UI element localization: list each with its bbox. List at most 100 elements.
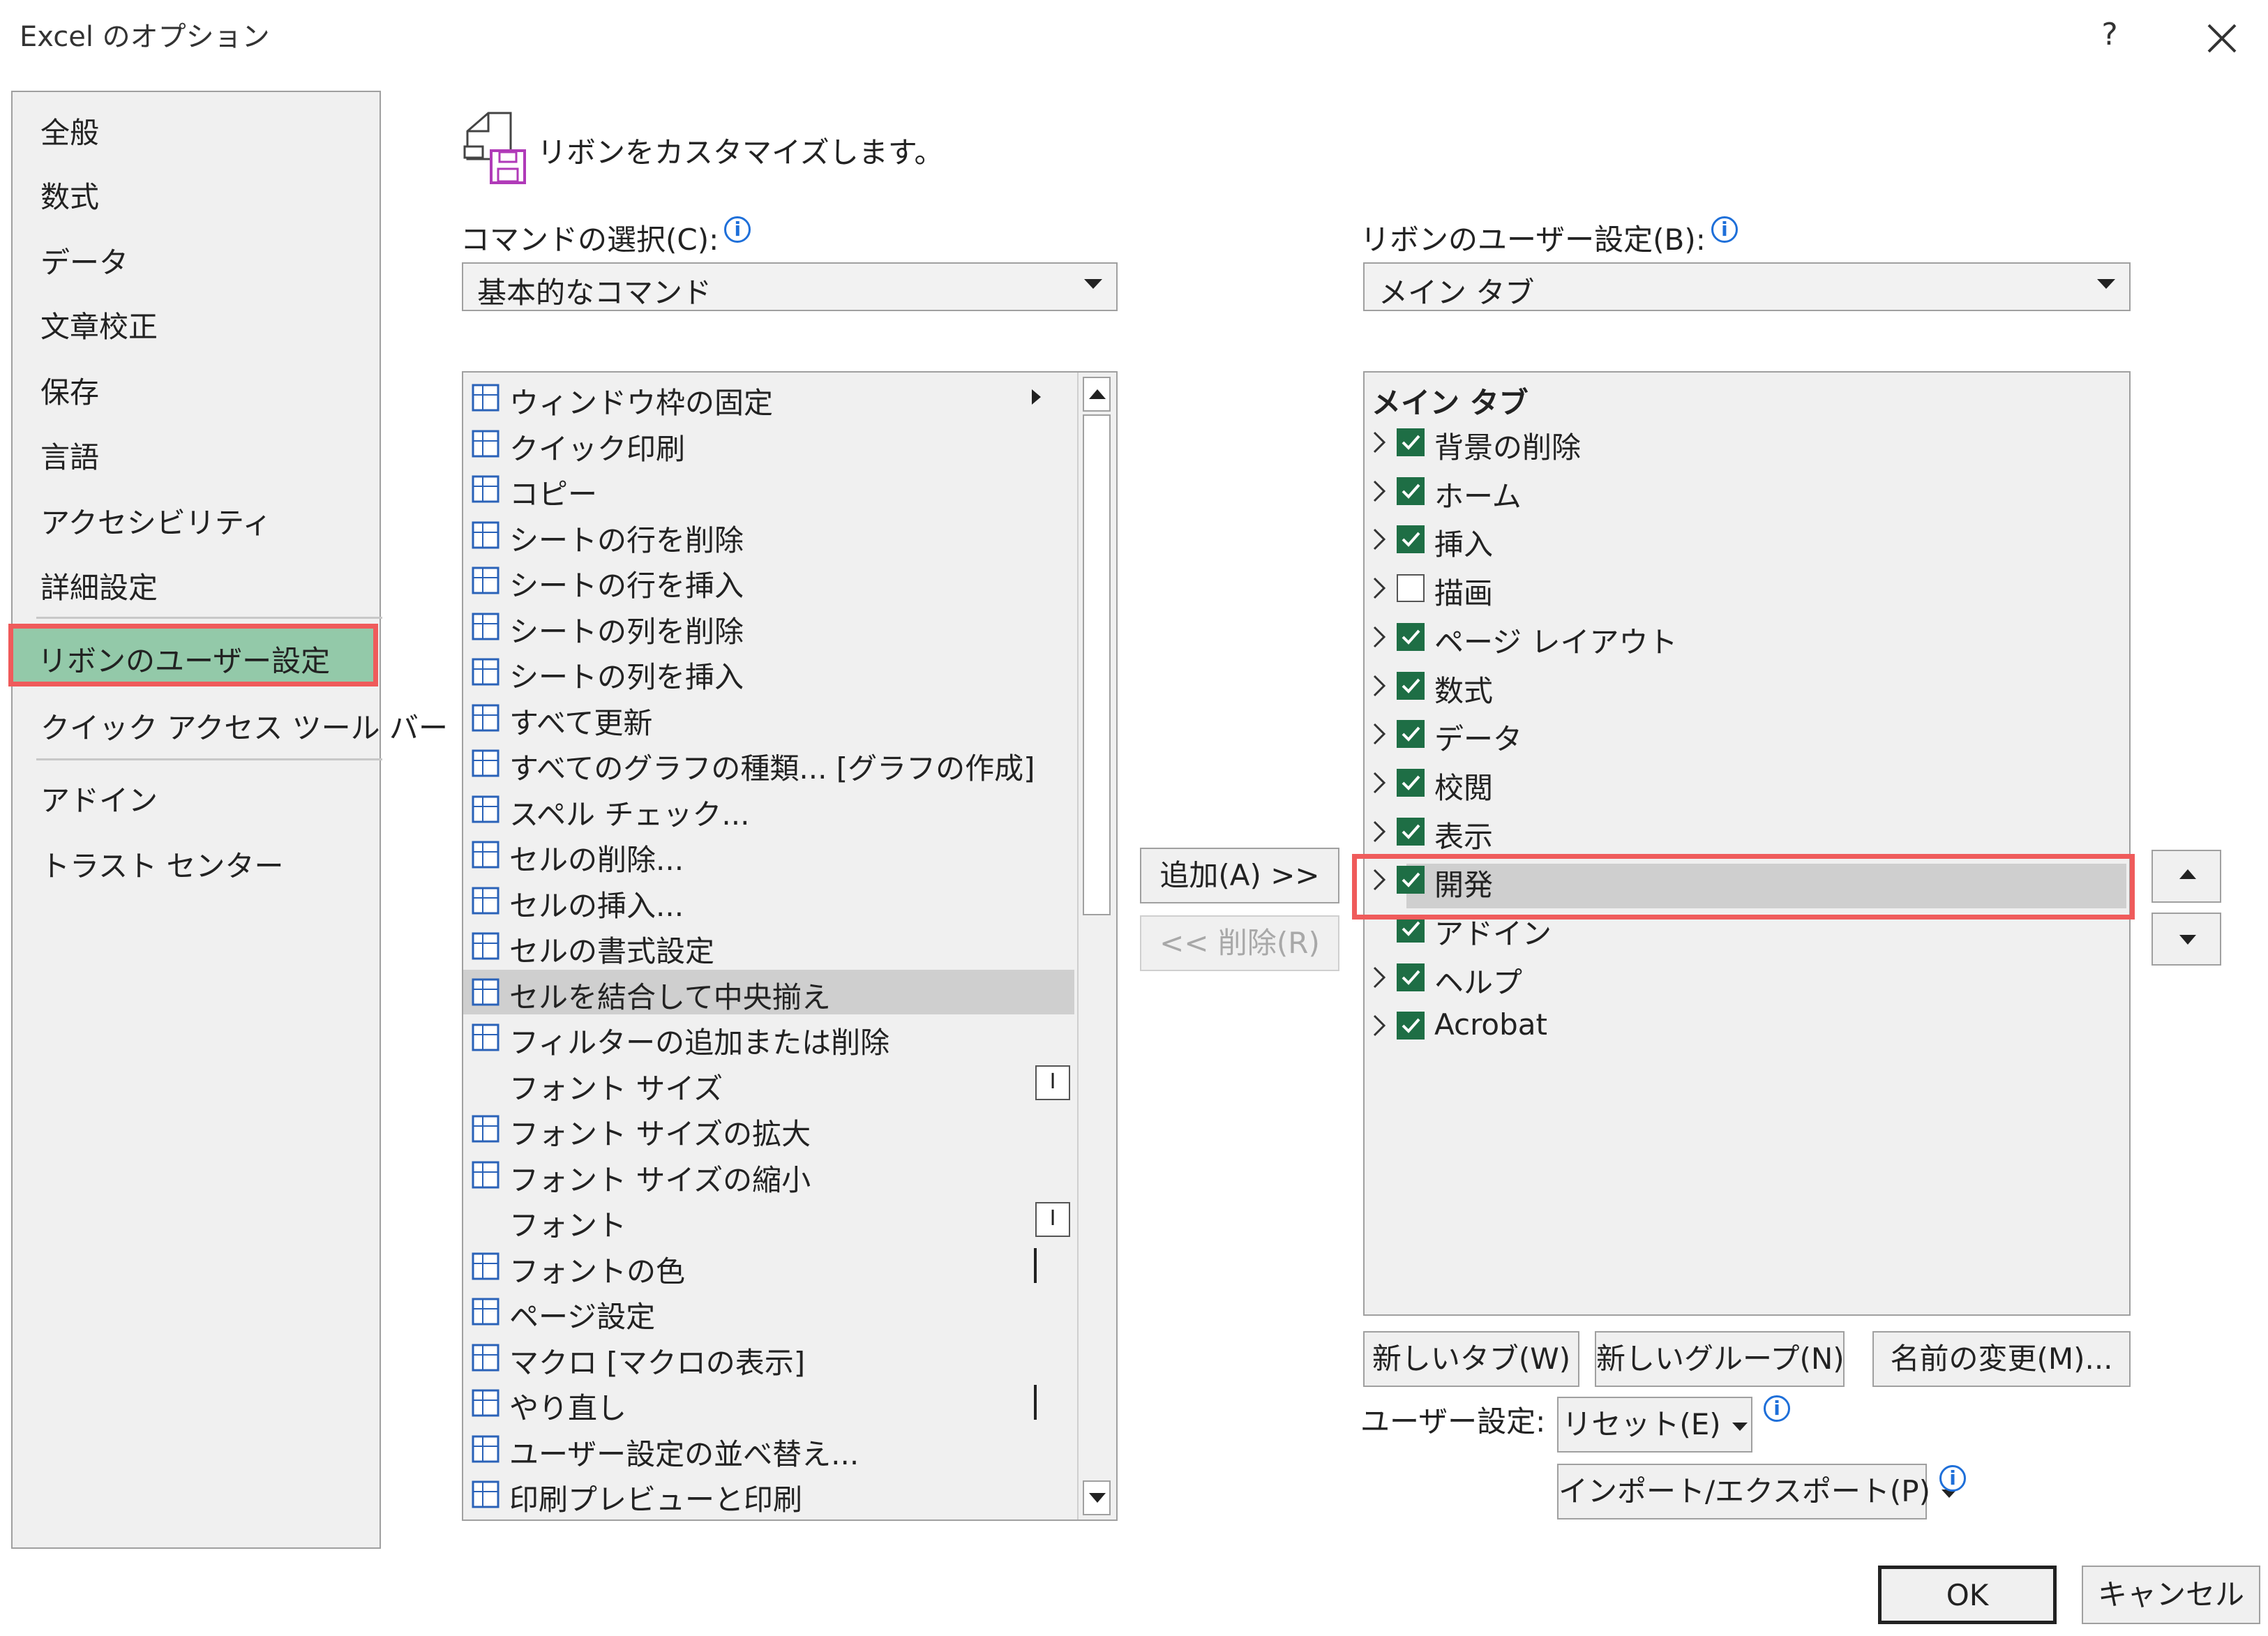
command-list-item[interactable]: フォント サイズの縮小 xyxy=(463,1153,1074,1197)
ribbon-tab-item[interactable]: 挿入 xyxy=(1365,514,2128,564)
scroll-up-button[interactable] xyxy=(1083,377,1111,412)
ribbon-tab-item[interactable]: ヘルプ xyxy=(1365,952,2128,1003)
ribbon-tab-item[interactable]: 校閲 xyxy=(1365,758,2128,808)
command-list-item[interactable]: ユーザー設定の並べ替え... xyxy=(463,1427,1074,1471)
chevron-right-icon[interactable] xyxy=(1372,672,1387,700)
chevron-right-icon[interactable] xyxy=(1372,574,1387,602)
command-label: やり直し xyxy=(509,1391,627,1425)
help-button[interactable]: ? xyxy=(2089,14,2131,56)
command-list-item[interactable]: スペル チェック... xyxy=(463,787,1074,832)
choose-commands-dropdown[interactable]: 基本的なコマンド xyxy=(462,262,1118,311)
command-list-item[interactable]: フォント サイズ I xyxy=(463,1061,1074,1106)
chevron-right-icon[interactable] xyxy=(1372,769,1387,797)
new-tab-button[interactable]: 新しいタブ(W) xyxy=(1363,1331,1579,1387)
ribbon-tab-item[interactable]: Acrobat xyxy=(1365,1000,2128,1051)
ribbon-tab-item[interactable]: データ xyxy=(1365,709,2128,759)
nav-proofing[interactable]: 文章校正 xyxy=(40,303,158,346)
remove-button[interactable]: << 削除(R) xyxy=(1140,915,1339,971)
command-list-item[interactable]: すべてのグラフの種類... [グラフの作成] xyxy=(463,741,1074,786)
nav-addins[interactable]: アドイン xyxy=(40,777,158,820)
command-list-item[interactable]: フォント サイズの拡大 xyxy=(463,1106,1074,1151)
command-list-item[interactable]: フィルターの追加または削除 xyxy=(463,1015,1074,1060)
command-label: シートの列を挿入 xyxy=(509,660,744,694)
command-list-item[interactable]: セルの削除... xyxy=(463,832,1074,877)
checkbox-checked[interactable] xyxy=(1397,720,1425,749)
commands-list[interactable]: ウィンドウ枠の固定 クイック印刷 コピー シートの行を削除 シートの行を挿入 シートの列を… xyxy=(462,371,1118,1521)
ribbon-tab-label: 表示 xyxy=(1434,819,1494,854)
command-list-item[interactable]: シートの列を削除 xyxy=(463,604,1074,649)
command-list-item[interactable]: セルの挿入... xyxy=(463,878,1074,923)
checkbox-checked[interactable] xyxy=(1397,476,1425,505)
ribbon-tab-item[interactable]: ホーム xyxy=(1365,466,2128,516)
chevron-right-icon[interactable] xyxy=(1372,818,1387,846)
command-list-item[interactable]: シートの列を挿入 xyxy=(463,650,1074,694)
move-up-button[interactable] xyxy=(2151,850,2221,903)
chevron-right-icon[interactable] xyxy=(1372,720,1387,748)
ok-button[interactable]: OK xyxy=(1878,1566,2057,1624)
checkbox-checked[interactable] xyxy=(1397,622,1425,651)
command-list-item[interactable]: セルを結合して中央揃え xyxy=(463,969,1074,1014)
move-down-button[interactable] xyxy=(2151,913,2221,966)
info-icon: i xyxy=(1711,216,1738,243)
command-list-item[interactable]: シートの行を削除 xyxy=(463,513,1074,557)
checkbox-checked[interactable] xyxy=(1397,1012,1425,1040)
command-list-item[interactable]: ウィンドウ枠の固定 xyxy=(463,375,1074,420)
chevron-right-icon[interactable] xyxy=(1372,963,1387,991)
ribbon-tab-item[interactable]: 表示 xyxy=(1365,806,2128,857)
import-export-button[interactable]: インポート/エクスポート(P) xyxy=(1557,1464,1957,1519)
dropdown-arrow-icon xyxy=(1084,279,1102,289)
nav-divider xyxy=(36,758,382,760)
checkbox-checked[interactable] xyxy=(1397,428,1425,456)
rename-button[interactable]: 名前の変更(M)... xyxy=(1872,1331,2131,1387)
nav-language[interactable]: 言語 xyxy=(40,434,99,476)
checkbox-checked[interactable] xyxy=(1397,671,1425,700)
ribbon-tabs-dropdown[interactable]: メイン タブ xyxy=(1363,262,2131,311)
command-list-item[interactable]: セルの書式設定 xyxy=(463,924,1074,968)
ribbon-tab-item[interactable]: 数式 xyxy=(1365,661,2128,711)
checkbox-checked[interactable] xyxy=(1397,525,1425,554)
checkbox-checked[interactable] xyxy=(1397,768,1425,797)
nav-trust-center[interactable]: トラスト センター xyxy=(40,843,284,885)
command-list-item[interactable]: フォント I xyxy=(463,1198,1074,1243)
scrollbar-thumb[interactable] xyxy=(1083,414,1111,915)
chevron-right-icon[interactable] xyxy=(1372,525,1387,553)
close-button[interactable] xyxy=(2198,14,2246,63)
cancel-button[interactable]: キャンセル xyxy=(2082,1566,2260,1624)
checkbox-unchecked[interactable] xyxy=(1397,574,1425,603)
command-list-item[interactable]: クイック印刷 xyxy=(463,421,1074,466)
nav-formulas[interactable]: 数式 xyxy=(40,174,99,216)
add-button[interactable]: 追加(A) >> xyxy=(1140,848,1339,903)
chevron-right-icon[interactable] xyxy=(1372,1012,1387,1040)
chevron-right-icon[interactable] xyxy=(1372,477,1387,505)
ribbon-tab-item[interactable]: 背景の削除 xyxy=(1365,417,2128,467)
command-list-item[interactable]: ページ設定 xyxy=(463,1289,1074,1334)
command-list-item[interactable]: やり直し xyxy=(463,1381,1074,1425)
nav-advanced[interactable]: 詳細設定 xyxy=(40,564,158,607)
ribbon-tab-item[interactable]: ページ レイアウト xyxy=(1365,612,2128,662)
command-list-item[interactable]: シートの行を挿入 xyxy=(463,558,1074,603)
commands-scrollbar[interactable] xyxy=(1077,373,1116,1519)
chevron-right-icon[interactable] xyxy=(1372,623,1387,651)
chevron-right-icon[interactable] xyxy=(1372,428,1387,456)
nav-data[interactable]: データ xyxy=(40,239,128,282)
ribbon-tab-label: 描画 xyxy=(1434,576,1494,611)
nav-accessibility[interactable]: アクセシビリティ xyxy=(40,500,271,542)
command-list-item[interactable]: 印刷プレビューと印刷 xyxy=(463,1472,1074,1517)
checkbox-checked[interactable] xyxy=(1397,963,1425,991)
new-group-button[interactable]: 新しいグループ(N) xyxy=(1595,1331,1845,1387)
quick-print-icon xyxy=(469,427,502,460)
scroll-down-button[interactable] xyxy=(1083,1480,1111,1515)
refresh-all-icon xyxy=(469,701,502,735)
nav-quick-access-toolbar[interactable]: クイック アクセス ツール バー xyxy=(40,705,448,747)
reset-button[interactable]: リセット(E) xyxy=(1557,1397,1752,1453)
command-list-item[interactable]: すべて更新 xyxy=(463,696,1074,740)
nav-general[interactable]: 全般 xyxy=(40,110,99,152)
command-list-item[interactable]: フォントの色 xyxy=(463,1244,1074,1289)
nav-save[interactable]: 保存 xyxy=(40,369,99,412)
command-list-item[interactable]: コピー xyxy=(463,467,1074,511)
nav-customize-ribbon[interactable]: リボンのユーザー設定 xyxy=(38,638,330,680)
command-list-item[interactable]: マクロ [マクロの表示] xyxy=(463,1335,1074,1380)
ribbon-tab-item[interactable]: 描画 xyxy=(1365,563,2128,613)
checkbox-checked[interactable] xyxy=(1397,817,1425,846)
ribbon-tabs-tree[interactable]: メイン タブ 背景の削除 ホーム 挿入 描画 ページ レイアウト 数式 データ 校閲 表示 開発ア… xyxy=(1352,371,2135,1316)
